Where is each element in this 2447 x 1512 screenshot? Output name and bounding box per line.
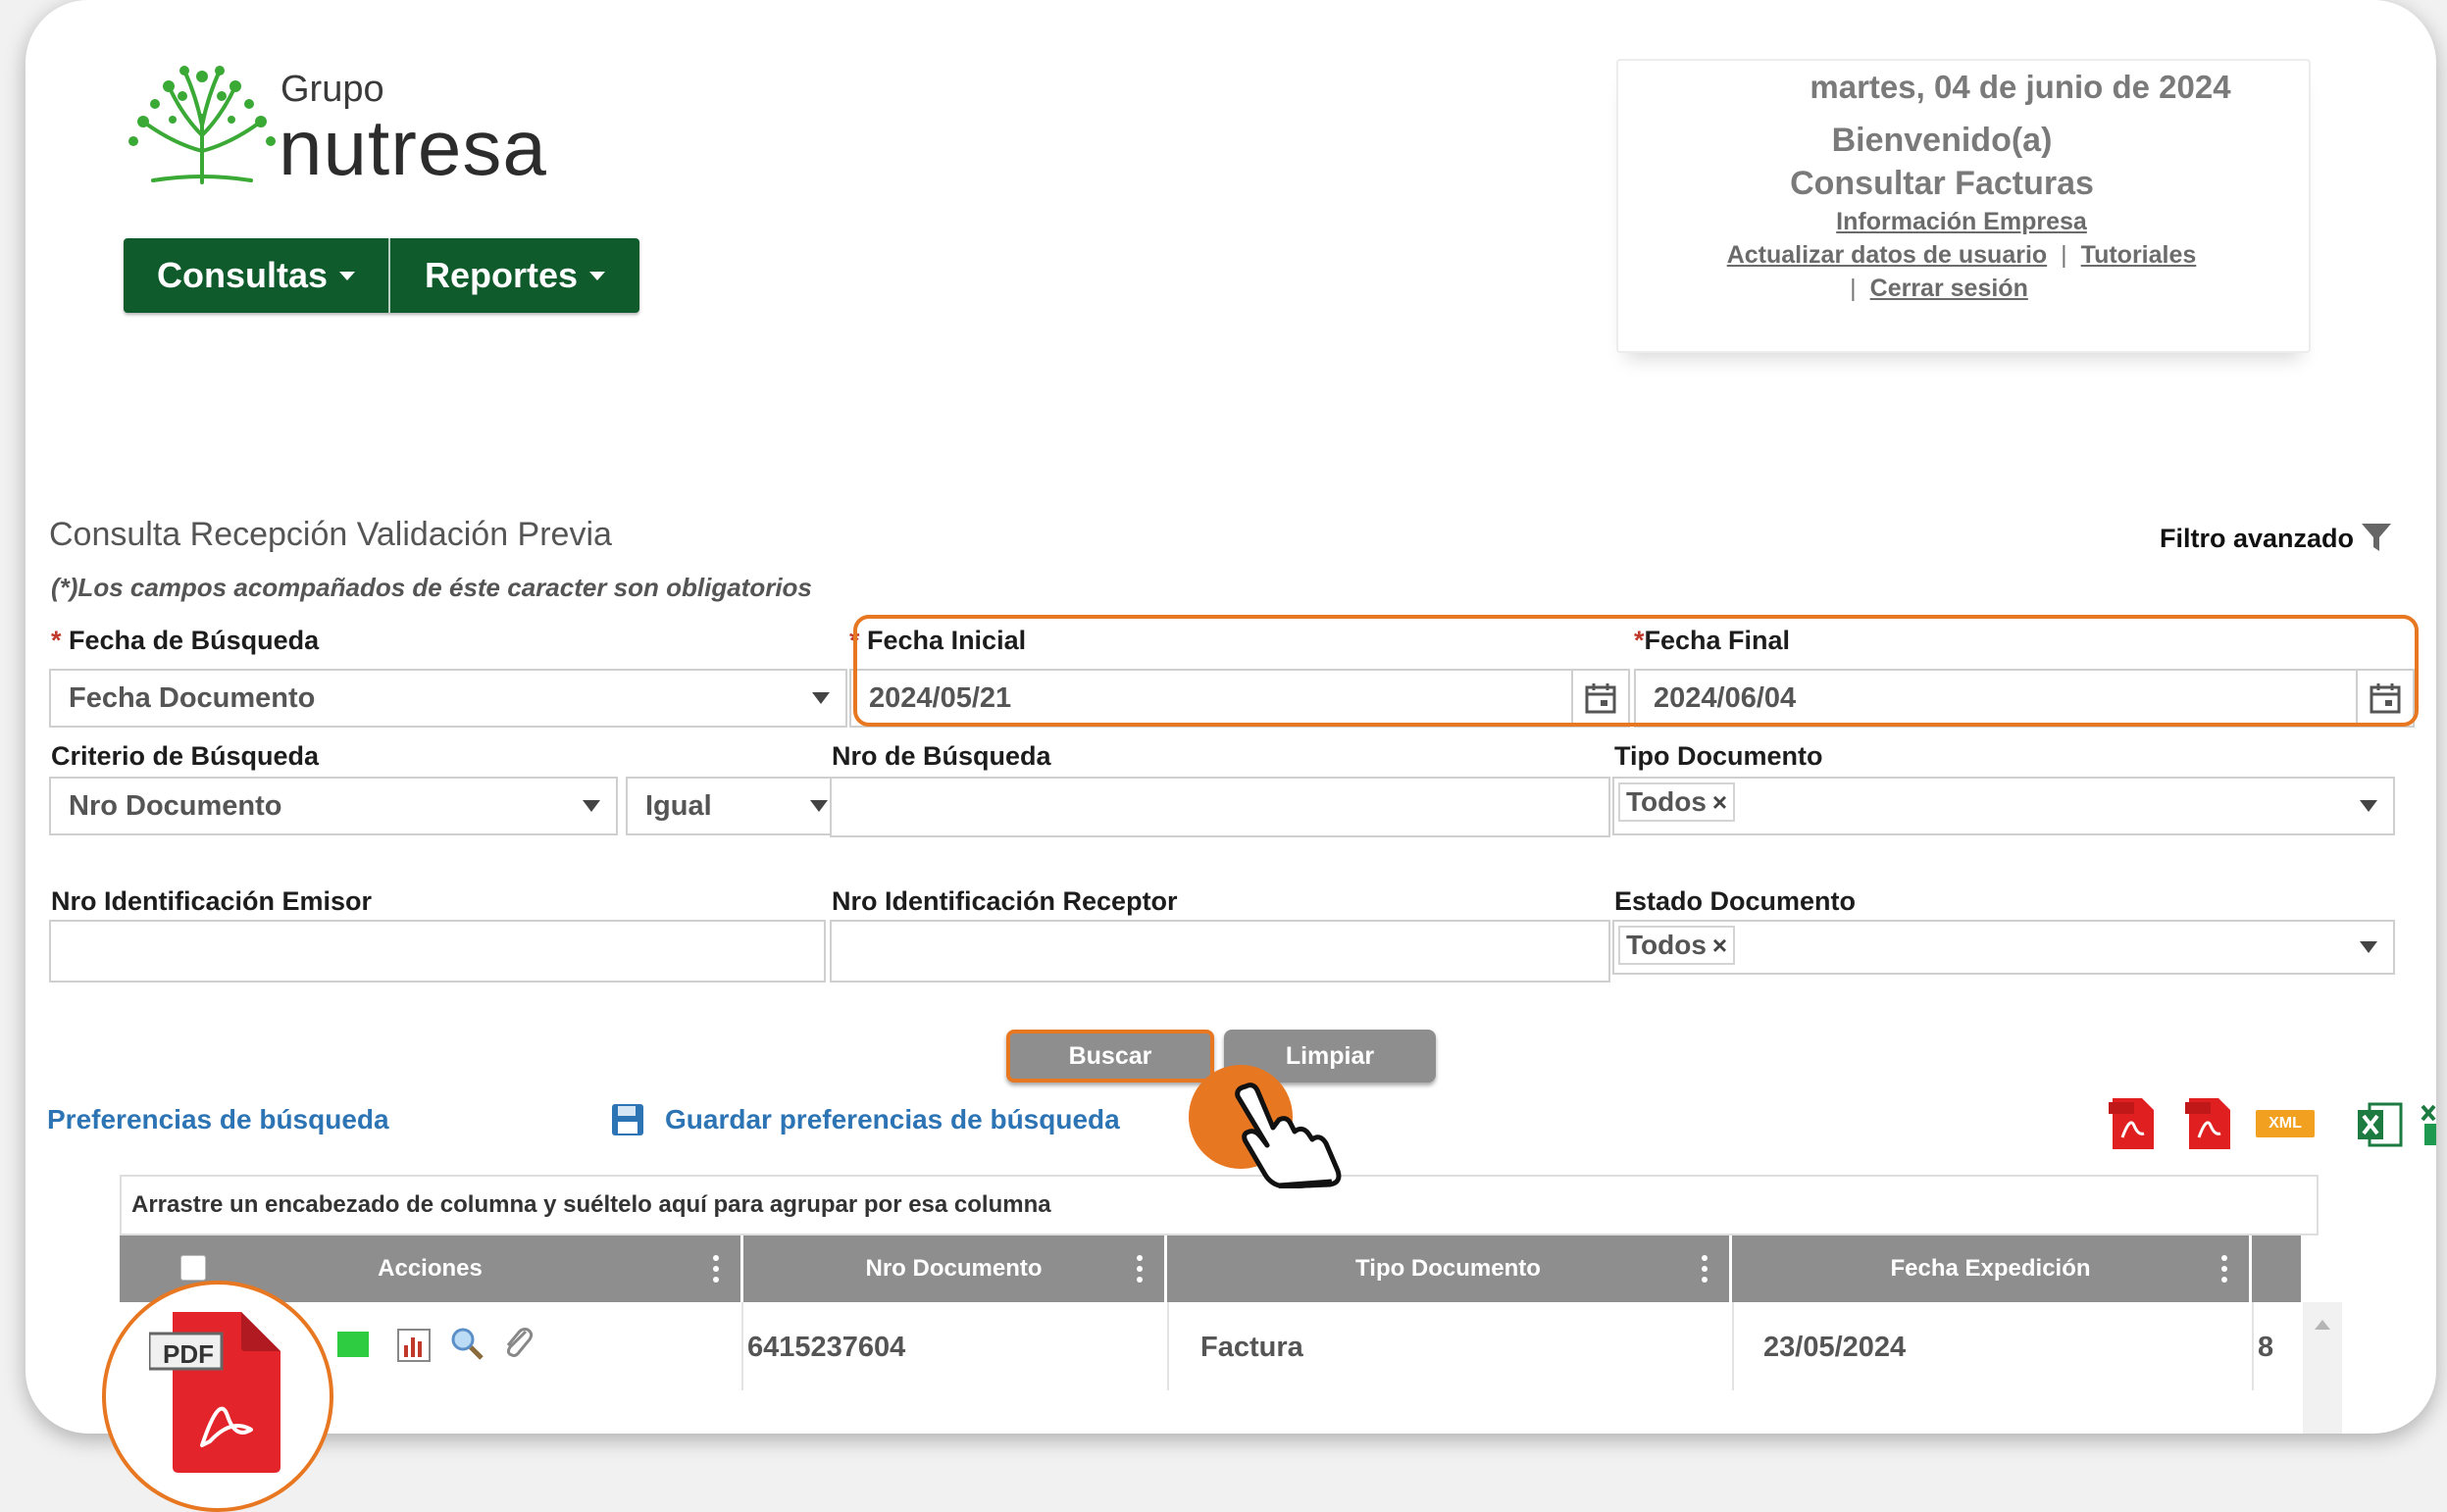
column-header-tipo-documento[interactable]: Tipo Documento <box>1167 1235 1732 1302</box>
dropdown-arrow-icon <box>810 800 828 812</box>
update-user-link[interactable]: Actualizar datos de usuario <box>1727 241 2047 269</box>
criteria-value: Nro Documento <box>69 789 282 822</box>
export-csv-icon[interactable] <box>2419 1100 2436 1149</box>
search-date-value: Fecha Documento <box>69 681 316 714</box>
column-header-more <box>2252 1235 2301 1302</box>
company-info-link[interactable]: Información Empresa <box>1836 208 2087 235</box>
export-excel-icon[interactable] <box>2356 1100 2405 1149</box>
doc-type-multiselect[interactable]: Todos × <box>1612 777 2395 835</box>
receiver-id-input[interactable] <box>830 920 1610 983</box>
column-menu-icon[interactable] <box>1137 1255 1143 1287</box>
save-preferences-link[interactable]: Guardar preferencias de búsqueda <box>665 1104 1120 1135</box>
nav-menu-reportes-label: Reportes <box>424 255 579 295</box>
column-menu-icon[interactable] <box>713 1255 719 1287</box>
column-divider <box>741 1302 743 1390</box>
doc-status-multiselect[interactable]: Todos × <box>1612 920 2395 975</box>
doc-status-label: Estado Documento <box>1614 886 1857 916</box>
remove-tag-icon[interactable]: × <box>1712 931 1727 961</box>
dropdown-arrow-icon <box>2360 800 2377 812</box>
dropdown-arrow-icon <box>583 800 600 812</box>
date-range-highlight <box>853 615 2419 727</box>
search-number-label: Nro de Búsqueda <box>832 741 1051 771</box>
required-fields-note: (*)Los campos acompañados de éste caract… <box>51 573 812 602</box>
filter-funnel-icon[interactable] <box>2360 522 2393 553</box>
column-divider <box>1732 1302 1734 1390</box>
search-button[interactable]: Buscar <box>1006 1030 1214 1083</box>
cell-fecha-expedicion: 23/05/2024 <box>1763 1332 1907 1363</box>
app-window: Grupo nutresa Consultas Reportes martes,… <box>25 0 2436 1434</box>
action-chart-icon[interactable] <box>396 1328 432 1363</box>
doc-type-label: Tipo Documento <box>1614 741 1823 771</box>
column-divider <box>1167 1302 1169 1390</box>
pdf-label: PDF <box>163 1339 214 1369</box>
pdf-file-icon <box>149 1312 280 1473</box>
nav-menu-consultas-label: Consultas <box>156 255 329 295</box>
column-menu-icon[interactable] <box>1702 1255 1708 1287</box>
advanced-filter-toggle[interactable]: Filtro avanzado <box>2160 524 2354 554</box>
remove-tag-icon[interactable]: × <box>1712 787 1727 818</box>
search-date-select[interactable]: Fecha Documento <box>49 669 847 728</box>
cell-next-column-partial: 8 <box>2258 1332 2274 1363</box>
doc-type-tag[interactable]: Todos × <box>1618 782 1736 822</box>
action-view-magnifier-icon[interactable] <box>449 1326 484 1361</box>
column-divider <box>2252 1302 2254 1390</box>
operator-select[interactable]: Igual <box>626 777 845 835</box>
export-xml-icon[interactable]: XML <box>2256 1110 2315 1137</box>
cell-nro-documento: 6415237604 <box>747 1332 906 1363</box>
issuer-id-input[interactable] <box>49 920 826 983</box>
dropdown-arrow-icon <box>2360 941 2377 953</box>
search-preferences-link[interactable]: Preferencias de búsqueda <box>47 1104 389 1135</box>
cell-tipo-documento: Factura <box>1200 1332 1303 1363</box>
action-download-icon[interactable] <box>337 1332 369 1357</box>
module-title: Consultar Facturas <box>1790 165 2094 202</box>
export-pdf-icon[interactable] <box>2105 1096 2160 1151</box>
user-info-panel: martes, 04 de junio de 2024 Bienvenido(a… <box>1616 59 2311 353</box>
search-date-label: * Fecha de Búsqueda <box>51 626 320 655</box>
column-header-fecha-expedicion[interactable]: Fecha Expedición <box>1732 1235 2252 1302</box>
group-by-drop-zone[interactable]: Arrastre un encabezado de columna y suél… <box>120 1175 2319 1235</box>
criteria-select[interactable]: Nro Documento <box>49 777 618 835</box>
nav-divider <box>388 238 390 313</box>
tutorials-link[interactable]: Tutoriales <box>2081 241 2197 269</box>
select-all-checkbox[interactable] <box>180 1255 206 1281</box>
issuer-id-label: Nro Identificación Emisor <box>51 886 373 916</box>
doc-status-tag[interactable]: Todos × <box>1618 926 1736 965</box>
criteria-label: Criterio de Búsqueda <box>51 741 320 771</box>
receiver-id-label: Nro Identificación Receptor <box>832 886 1178 916</box>
search-number-input[interactable] <box>830 777 1610 837</box>
hand-pointer-cursor-icon <box>1235 1083 1342 1188</box>
grid-header: Acciones Nro Documento Tipo Documento Fe… <box>120 1235 2301 1302</box>
logo-brand-name: nutresa <box>279 104 547 191</box>
grid-vertical-scrollbar[interactable] <box>2303 1302 2342 1434</box>
action-attachment-icon[interactable] <box>500 1324 535 1361</box>
scroll-up-arrow-icon[interactable] <box>2315 1320 2330 1330</box>
nutresa-tree-logo-icon <box>128 66 276 184</box>
logout-link[interactable]: Cerrar sesión <box>1870 275 2028 302</box>
current-date: martes, 04 de junio de 2024 <box>1810 69 2231 105</box>
page-title: Consulta Recepción Validación Previa <box>49 516 612 553</box>
dropdown-arrow-icon <box>812 692 830 704</box>
link-separator: | <box>2061 241 2067 269</box>
grid-body: 6415237604 Factura 23/05/2024 8 <box>120 1302 2301 1434</box>
link-separator: | <box>1850 275 1857 302</box>
operator-value: Igual <box>645 789 712 822</box>
column-menu-icon[interactable] <box>2221 1255 2227 1287</box>
save-floppy-icon[interactable] <box>610 1102 645 1137</box>
nav-menu-consultas[interactable]: Consultas <box>124 238 388 313</box>
pdf-callout-badge: PDF <box>102 1281 333 1512</box>
column-header-nro-documento[interactable]: Nro Documento <box>743 1235 1167 1302</box>
main-nav: Consultas Reportes <box>124 238 639 313</box>
caret-down-icon <box>589 271 606 280</box>
nav-menu-reportes[interactable]: Reportes <box>390 238 639 313</box>
caret-down-icon <box>339 271 356 280</box>
welcome-text: Bienvenido(a) <box>1831 122 2053 159</box>
export-pdf-detailed-icon[interactable] <box>2181 1096 2236 1151</box>
